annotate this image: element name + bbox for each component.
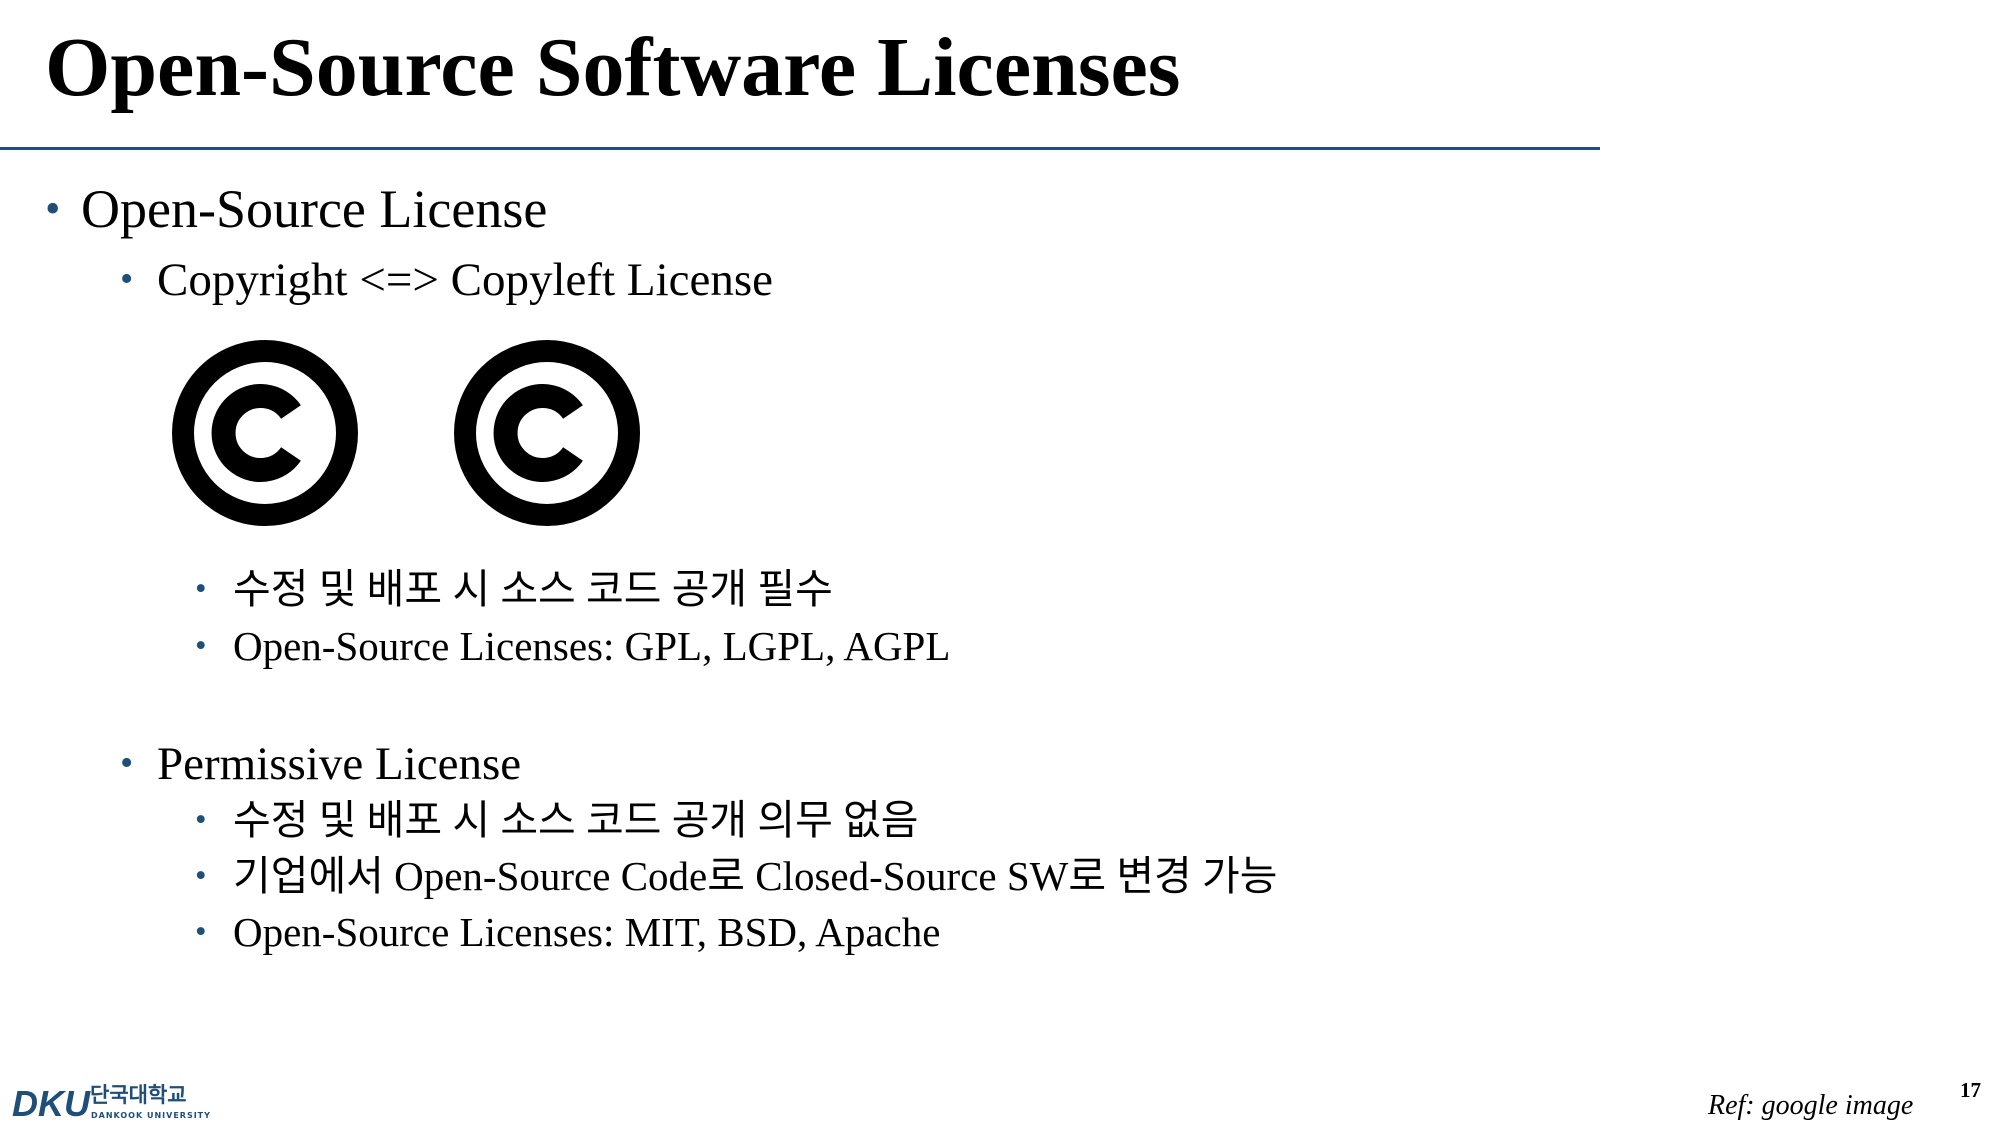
- bullet-copyleft-requirement: • 수정 및 배포 시 소스 코드 공개 필수: [195, 565, 833, 614]
- image-reference: Ref: google image: [1708, 1090, 1914, 1121]
- logo-korean-name: 단국대학교: [90, 1083, 187, 1107]
- bullet-copyleft-licenses: • Open-Source Licenses: GPL, LGPL, AGPL: [195, 622, 950, 671]
- bullet-text: Open-Source License: [81, 179, 548, 239]
- bullet-marker: •: [195, 570, 207, 607]
- bullet-text: Copyright <=> Copyleft License: [157, 254, 774, 306]
- dankook-university-logo: DKU 단국대학교 DANKOOK UNIVERSITY: [12, 1083, 211, 1124]
- bullet-text: Permissive License: [157, 738, 522, 790]
- logo-english-name: DANKOOK UNIVERSITY: [91, 1111, 211, 1120]
- bullet-open-source-license: • Open-Source License: [45, 177, 547, 242]
- bullet-permissive-licenses: • Open-Source Licenses: MIT, BSD, Apache: [195, 908, 940, 957]
- bullet-marker: •: [195, 801, 207, 838]
- copyleft-icon: [454, 340, 640, 526]
- bullet-marker: •: [195, 913, 207, 950]
- copyright-icon: [172, 340, 358, 526]
- bullet-text: Open-Source Licenses: GPL, LGPL, AGPL: [233, 623, 951, 669]
- bullet-marker: •: [45, 184, 61, 233]
- bullet-permissive-no-obligation: • 수정 및 배포 시 소스 코드 공개 의무 없음: [195, 796, 919, 845]
- bullet-permissive-closed-source: • 기업에서 Open-Source Code로 Closed-Source S…: [195, 852, 1277, 901]
- logo-mark: DKU: [12, 1083, 91, 1124]
- bullet-marker: •: [120, 742, 134, 785]
- bullet-marker: •: [195, 627, 207, 664]
- bullet-copyright-copyleft: • Copyright <=> Copyleft License: [120, 252, 773, 308]
- bullet-marker: •: [195, 857, 207, 894]
- bullet-text: 기업에서 Open-Source Code로 Closed-Source SW로…: [233, 853, 1278, 899]
- bullet-marker: •: [120, 258, 134, 301]
- bullet-text: 수정 및 배포 시 소스 코드 공개 의무 없음: [233, 797, 919, 843]
- bullet-text: Open-Source Licenses: MIT, BSD, Apache: [233, 909, 941, 955]
- bullet-permissive-license: • Permissive License: [120, 736, 521, 792]
- slide-title: Open-Source Software Licenses: [45, 21, 1181, 114]
- bullet-text: 수정 및 배포 시 소스 코드 공개 필수: [233, 566, 833, 612]
- title-divider: [0, 147, 1600, 150]
- page-number: 17: [1960, 1078, 1981, 1102]
